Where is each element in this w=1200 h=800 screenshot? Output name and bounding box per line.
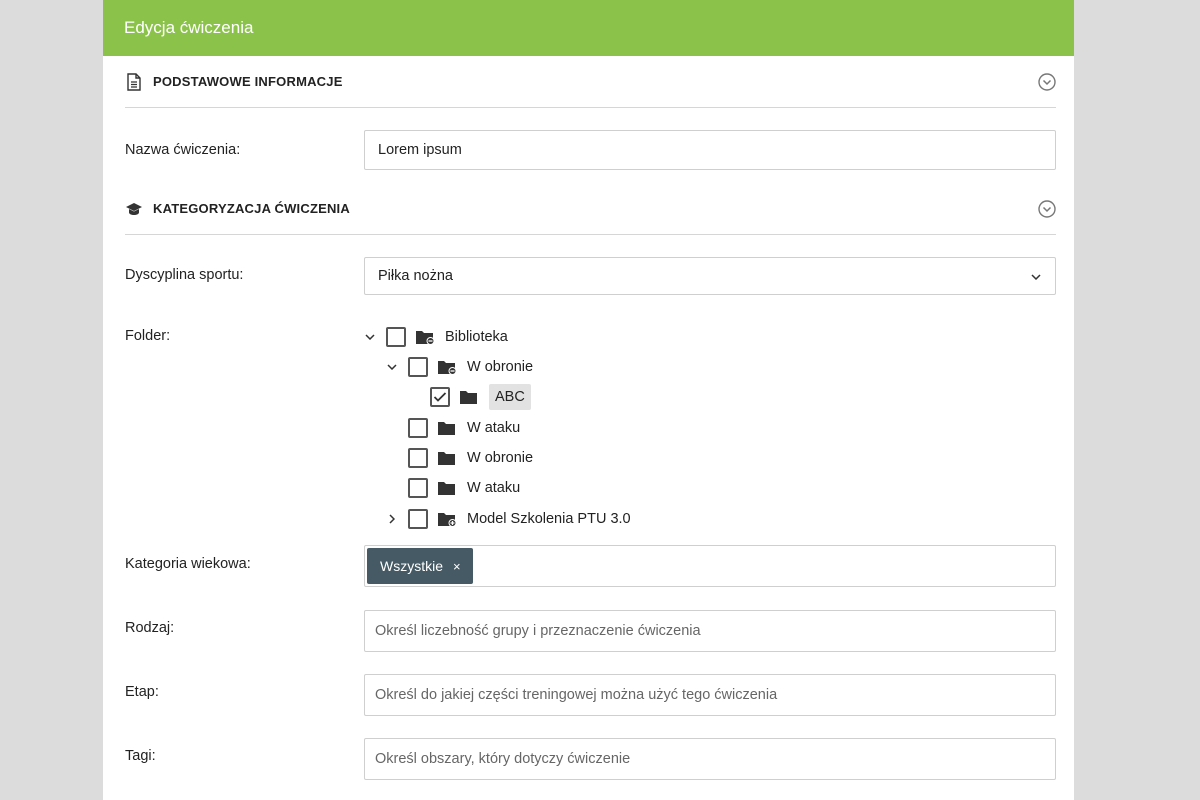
close-icon[interactable]: ×: [453, 559, 461, 574]
folder-icon: [438, 482, 455, 495]
age-category-label: Kategoria wiekowa:: [125, 556, 251, 572]
tags-label: Tagi:: [125, 748, 156, 764]
tree-checkbox[interactable]: [408, 478, 428, 498]
toggle-spacer: [386, 422, 398, 434]
folder-label: Folder:: [125, 328, 171, 344]
age-tag-label: Wszystkie: [380, 558, 443, 574]
tree-node[interactable]: W ataku: [386, 414, 520, 442]
toggle-spacer: [408, 391, 420, 403]
discipline-value: Piłka nożna: [378, 268, 453, 284]
discipline-select[interactable]: Piłka nożna: [364, 257, 1056, 295]
age-category-multiselect[interactable]: Wszystkie ×: [364, 545, 1056, 587]
exercise-name-input[interactable]: Lorem ipsum: [364, 130, 1056, 170]
tree-checkbox[interactable]: [408, 418, 428, 438]
section-title: KATEGORYZACJA ĆWICZENIA: [153, 201, 350, 216]
panel-header: Edycja ćwiczenia: [103, 0, 1074, 56]
type-input[interactable]: Określ liczebność grupy i przeznaczenie …: [364, 610, 1056, 652]
toggle-spacer: [386, 482, 398, 494]
tree-node[interactable]: ABC: [408, 383, 531, 411]
tree-node[interactable]: W obronie: [386, 444, 533, 472]
folder-minus-icon: [416, 331, 435, 345]
folder-icon: [438, 452, 455, 465]
tree-node-label: W ataku: [467, 420, 521, 436]
tree-checkbox[interactable]: [408, 448, 428, 468]
section-title: PODSTAWOWE INFORMACJE: [153, 74, 343, 89]
panel-title: Edycja ćwiczenia: [124, 18, 254, 37]
tags-input[interactable]: Określ obszary, który dotyczy ćwiczenie: [364, 738, 1056, 780]
folder-icon: [438, 422, 455, 435]
chevron-down-icon[interactable]: [386, 361, 398, 373]
collapse-chevron-icon[interactable]: [1038, 200, 1056, 218]
folder-minus-icon: [438, 361, 457, 375]
stage-input[interactable]: Określ do jakiej części treningowej możn…: [364, 674, 1056, 716]
age-tag: Wszystkie ×: [367, 548, 473, 584]
check-icon: [433, 392, 447, 402]
folder-icon: [460, 391, 477, 404]
tree-node-label: ABC: [489, 384, 531, 410]
tree-node-label: W ataku: [467, 480, 521, 496]
chevron-down-icon: [1031, 268, 1041, 284]
tree-node[interactable]: W obronie: [386, 353, 533, 381]
section-basic-info[interactable]: PODSTAWOWE INFORMACJE: [125, 56, 1056, 108]
tree-node[interactable]: Biblioteka: [364, 323, 508, 351]
toggle-spacer: [386, 452, 398, 464]
tree-checkbox[interactable]: [408, 357, 428, 377]
edit-exercise-panel: Edycja ćwiczenia PODSTAWOWE INFORMACJE N…: [103, 0, 1074, 800]
folder-plus-icon: [438, 513, 457, 527]
tree-node[interactable]: W ataku: [386, 474, 520, 502]
section-categorization[interactable]: KATEGORYZACJA ĆWICZENIA: [125, 183, 1056, 235]
tree-node-label: W obronie: [467, 450, 534, 466]
type-label: Rodzaj:: [125, 620, 175, 636]
tree-node-label: Biblioteka: [445, 329, 508, 345]
stage-label: Etap:: [125, 684, 159, 700]
chevron-right-icon[interactable]: [386, 513, 398, 525]
name-label: Nazwa ćwiczenia:: [125, 142, 241, 158]
chevron-down-icon[interactable]: [364, 331, 376, 343]
document-icon: [125, 72, 143, 91]
graduation-cap-icon: [125, 200, 143, 218]
tree-node-label: W obronie: [467, 359, 534, 375]
collapse-chevron-icon[interactable]: [1038, 73, 1056, 91]
folder-tree: Biblioteka W obronie ABC W ataku W obron…: [364, 317, 1056, 539]
tree-checkbox[interactable]: [386, 327, 406, 347]
discipline-label: Dyscyplina sportu:: [125, 267, 244, 283]
tree-checkbox[interactable]: [408, 509, 428, 529]
tree-checkbox-checked[interactable]: [430, 387, 450, 407]
tree-node[interactable]: Model Szkolenia PTU 3.0: [386, 505, 631, 533]
tree-node-label: Model Szkolenia PTU 3.0: [467, 511, 631, 527]
